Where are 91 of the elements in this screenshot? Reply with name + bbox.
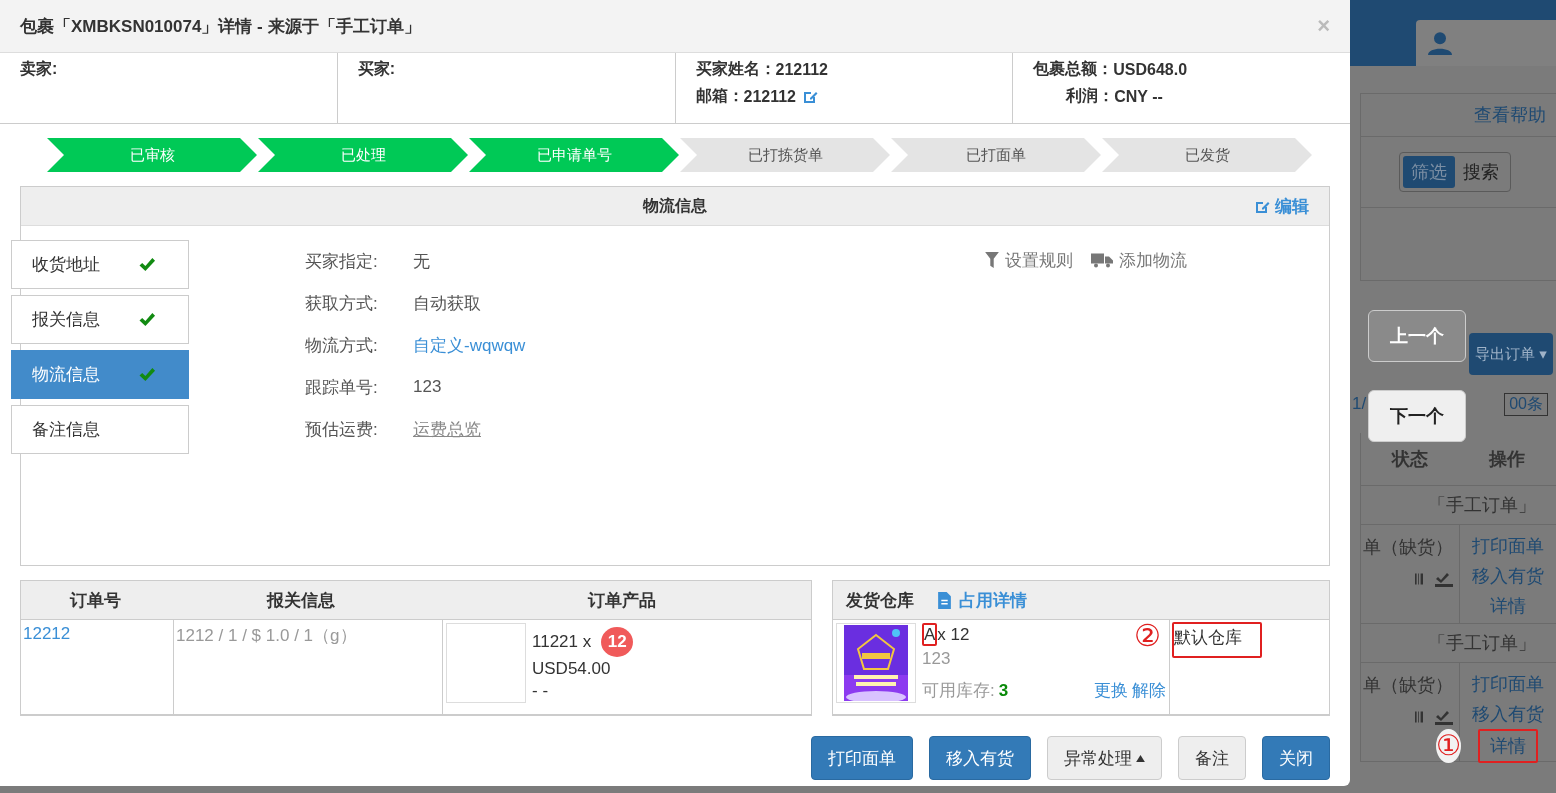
barcode-icon[interactable] xyxy=(1415,572,1423,586)
quantity-badge: 12 xyxy=(601,627,634,657)
rules-link[interactable]: 设置规则 xyxy=(985,248,1073,272)
field-label: 预估运费: xyxy=(305,418,379,441)
info-value: 212112 xyxy=(743,87,796,106)
product-name: 11221 x xyxy=(532,632,592,652)
filter-toggle[interactable]: 搜索 xyxy=(1455,156,1507,188)
column-header: 订单产品 xyxy=(586,589,657,612)
user-icon xyxy=(1428,31,1452,55)
help-link[interactable]: 查看帮助 xyxy=(1474,103,1546,127)
order-number-link[interactable]: 12212 xyxy=(23,624,71,643)
sku-number: 123 xyxy=(922,649,952,669)
field-value: 自动获取 xyxy=(413,292,481,315)
sku-code: A xyxy=(922,623,938,646)
order-status: 单（缺货） xyxy=(1363,674,1453,697)
footer-button[interactable]: 移入有货 xyxy=(929,736,1031,780)
field-value: 无 xyxy=(413,250,430,273)
field-label: 获取方式: xyxy=(305,292,379,315)
footer-button[interactable]: 备注 xyxy=(1178,736,1246,780)
warehouse-name: 默认仓库 xyxy=(1172,622,1262,658)
usage-detail-link[interactable]: 占用详情 xyxy=(938,588,1027,612)
export-button[interactable]: 导出订单 ▾ xyxy=(1469,333,1553,375)
caret-icon xyxy=(1136,754,1145,762)
user-tab[interactable] xyxy=(1416,20,1556,66)
progress-step: 已发货 xyxy=(1102,138,1312,172)
column-header: 操作 xyxy=(1489,448,1526,471)
info-label: 买家: xyxy=(357,59,396,79)
field-value: 123 xyxy=(413,377,442,397)
side-tab[interactable]: 报关信息 xyxy=(11,295,189,344)
action-link[interactable]: 详情 xyxy=(1480,591,1536,621)
panel-title: 物流信息 xyxy=(643,195,707,216)
change-link[interactable]: 更换 xyxy=(1094,679,1128,702)
order-source: 「手工订单」 xyxy=(1428,494,1536,517)
column-header: 报关信息 xyxy=(265,589,336,612)
annotation-number: ② xyxy=(1134,618,1161,654)
stock-value: 3 xyxy=(998,680,1009,701)
dropdown-button[interactable]: 异常处理 xyxy=(1047,736,1162,780)
column-header: 订单号 xyxy=(68,589,122,612)
info-value: 212112 xyxy=(775,60,828,79)
check-icon[interactable] xyxy=(1435,571,1453,587)
action-link[interactable]: 移入有货 xyxy=(1462,561,1554,591)
field-label: 物流方式: xyxy=(305,334,379,357)
truck-icon xyxy=(1091,252,1113,268)
filter-toggle[interactable]: 筛选 xyxy=(1403,156,1455,188)
info-value: CNY -- xyxy=(1114,87,1163,106)
annotation-number: ① xyxy=(1436,729,1462,763)
info-label: 卖家: xyxy=(20,59,58,79)
freight-link[interactable]: 运费总览 xyxy=(413,417,481,441)
next-button[interactable]: 下一个 xyxy=(1368,390,1466,442)
progress-step: 已审核 xyxy=(47,138,257,172)
order-source: 「手工订单」 xyxy=(1428,632,1536,655)
field-label: 跟踪单号: xyxy=(305,376,379,399)
add-logistics-link[interactable]: 添加物流 xyxy=(1091,248,1187,272)
product-price: USD54.00 xyxy=(532,659,612,679)
action-link[interactable]: 详情 xyxy=(1478,729,1538,763)
progress-step: 已打面单 xyxy=(891,138,1101,172)
stock-label: 可用库存: xyxy=(922,680,995,702)
document-icon xyxy=(938,591,951,609)
info-label: 邮箱： xyxy=(695,86,744,106)
column-header: 状态 xyxy=(1391,448,1428,471)
side-tab[interactable]: 收货地址 xyxy=(11,240,189,289)
edit-link[interactable]: 编辑 xyxy=(1254,195,1309,218)
customs-info: 1212 / 1 / $ 1.0 / 1（g） xyxy=(176,626,357,645)
action-link[interactable]: 打印面单 xyxy=(1462,531,1554,561)
field-label: 买家指定: xyxy=(305,250,379,273)
footer-button[interactable]: 打印面单 xyxy=(811,736,913,780)
side-tab[interactable]: 备注信息 xyxy=(11,405,189,454)
sku-quantity: x 12 xyxy=(937,625,970,644)
progress-step: 已处理 xyxy=(258,138,468,172)
action-link[interactable]: 移入有货 xyxy=(1462,699,1554,729)
previous-button[interactable]: 上一个 xyxy=(1368,310,1466,362)
check-icon[interactable] xyxy=(1435,709,1453,725)
column-header: 发货仓库 xyxy=(846,589,914,612)
product-extra: - - xyxy=(532,681,550,701)
page-number: 1/ xyxy=(1352,394,1367,414)
progress-step: 已打拣货单 xyxy=(680,138,890,172)
page-size-select[interactable]: 00条 xyxy=(1504,392,1548,416)
footer-button[interactable]: 关闭 xyxy=(1262,736,1330,780)
progress-step: 已申请单号 xyxy=(469,138,679,172)
shipping-method-link[interactable]: 自定义-wqwqw xyxy=(413,333,526,357)
modal-title: 包裹「XMBKSN010074」详情 - 来源于「手工订单」 xyxy=(20,15,421,38)
info-label: 买家姓名： xyxy=(695,59,776,79)
info-value: USD648.0 xyxy=(1113,60,1188,79)
filter-icon xyxy=(985,252,999,268)
release-link[interactable]: 解除 xyxy=(1132,679,1166,702)
side-tab[interactable]: 物流信息 xyxy=(11,350,189,399)
info-label: 包裹总额： xyxy=(1033,59,1114,79)
barcode-icon[interactable] xyxy=(1415,710,1423,724)
info-label: 利润： xyxy=(1066,86,1115,106)
action-link[interactable]: 打印面单 xyxy=(1462,669,1554,699)
order-status: 单（缺货） xyxy=(1363,536,1453,559)
